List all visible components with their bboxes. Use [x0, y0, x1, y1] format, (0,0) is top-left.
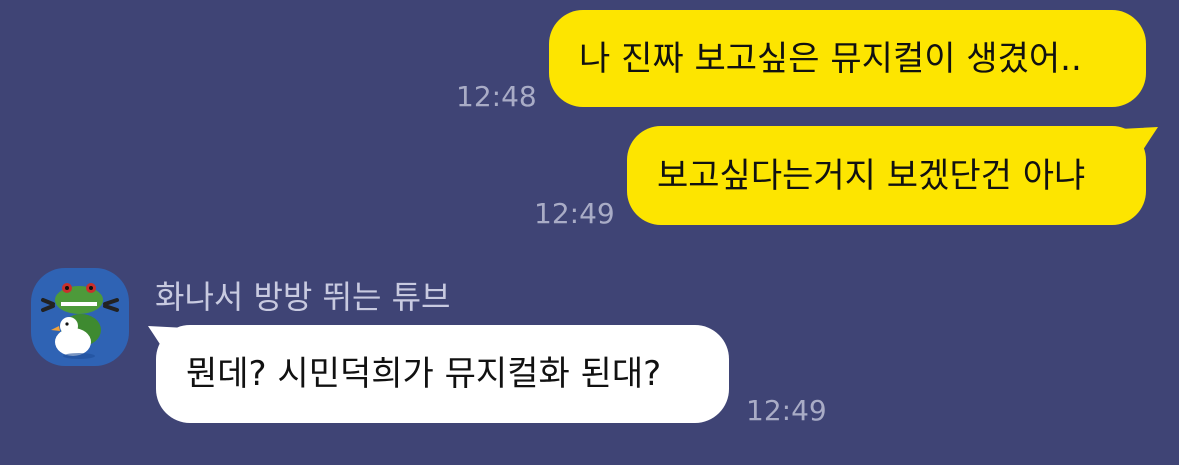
chat-room: 12:48 나 진짜 보고싶은 뮤지컬이 생겼어.. 12:49 보고싶다는거지…: [0, 0, 1179, 465]
message-text: 보고싶다는거지 보겠단건 아냐: [657, 155, 1086, 196]
outgoing-message-bubble[interactable]: 보고싶다는거지 보겠단건 아냐: [627, 126, 1146, 225]
sender-name[interactable]: 화나서 방방 뛰는 튜브: [155, 272, 450, 318]
incoming-message-bubble[interactable]: 뭔데? 시민덕희가 뮤지컬화 된대?: [156, 325, 729, 423]
message-timestamp: 12:48: [456, 80, 537, 113]
message-text: 나 진짜 보고싶은 뮤지컬이 생겼어..: [579, 38, 1082, 79]
message-timestamp: 12:49: [534, 197, 615, 230]
tube-character-icon: [41, 283, 119, 359]
message-timestamp: 12:49: [746, 394, 827, 427]
message-text: 뭔데? 시민덕희가 뮤지컬화 된대?: [186, 354, 662, 394]
outgoing-message-bubble[interactable]: 나 진짜 보고싶은 뮤지컬이 생겼어..: [549, 10, 1146, 107]
profile-avatar[interactable]: [31, 268, 129, 366]
